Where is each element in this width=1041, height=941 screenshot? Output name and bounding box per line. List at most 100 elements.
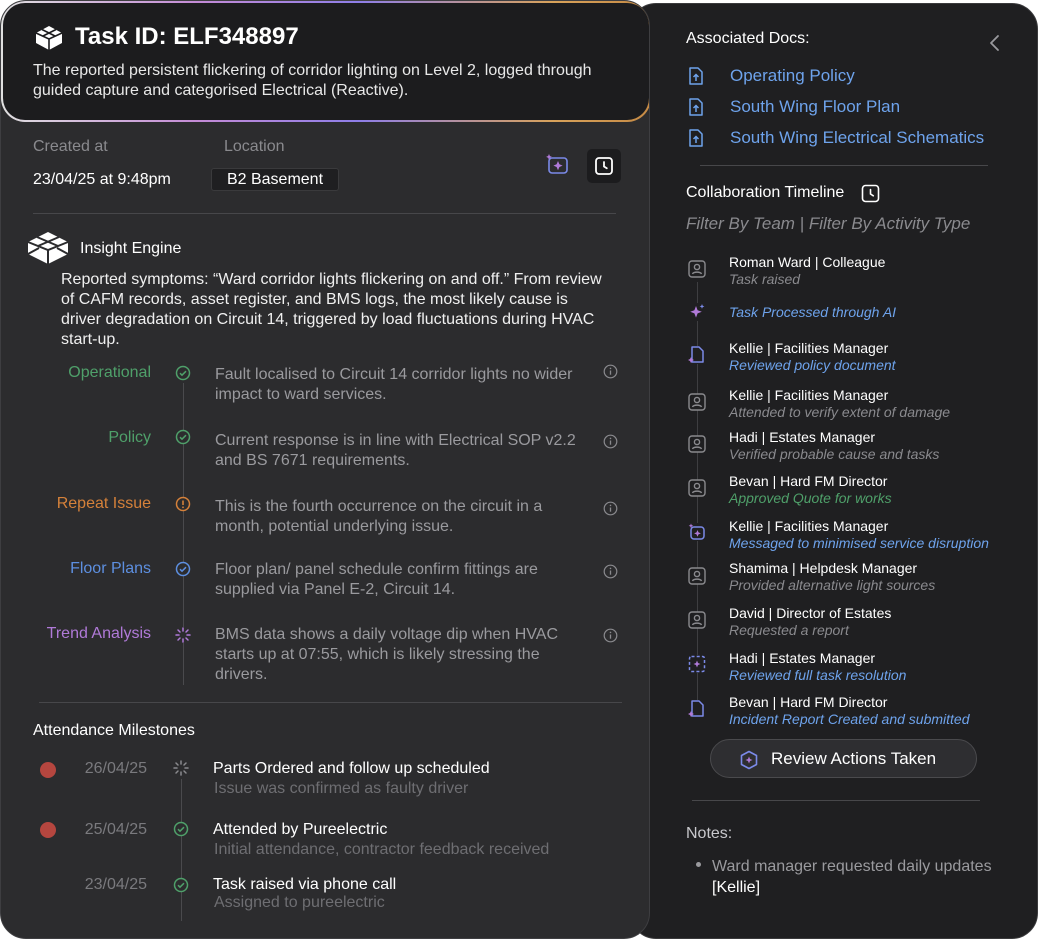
ai-message-icon: [688, 523, 706, 541]
timeline-activity: Incident Report Created and submitted: [729, 711, 970, 727]
check-circle-icon: [173, 821, 189, 837]
cube-ai-icon: [740, 750, 758, 770]
associated-docs-title: Associated Docs:: [686, 30, 810, 47]
user-icon: [688, 260, 706, 278]
insight-label-repeat-issue: Repeat Issue: [56, 495, 151, 512]
section-divider: [33, 213, 616, 214]
timeline-filter-controls[interactable]: Filter By Team | Filter By Activity Type: [686, 214, 970, 234]
insight-summary: Reported symptoms: “Ward corridor lights…: [61, 271, 602, 348]
collaboration-timeline-title: Collaboration Timeline: [686, 184, 845, 201]
timeline-activity: Task raised: [729, 271, 801, 287]
timeline-activity: Requested a report: [729, 622, 849, 638]
timeline-name: Hadi | Estates Manager: [729, 650, 876, 666]
section-divider: [39, 702, 622, 703]
timeline-activity: Task Processed through AI: [729, 304, 897, 320]
insight-engine-title: Insight Engine: [80, 240, 182, 257]
document-icon: [688, 346, 706, 364]
check-circle-icon: [175, 365, 191, 381]
document-upload-icon: [689, 129, 703, 147]
user-icon: [688, 479, 706, 497]
document-icon: [688, 700, 706, 718]
timeline-activity: Reviewed full task resolution: [729, 667, 907, 683]
insight-text-repeat-issue: This is the fourth occurrence on the cir…: [215, 498, 543, 535]
timeline-name: Bevan | Hard FM Director: [729, 473, 888, 489]
info-icon[interactable]: [603, 501, 618, 516]
task-description: The reported persistent flickering of co…: [33, 62, 592, 99]
check-circle-icon: [173, 877, 189, 893]
insight-label-floor-plans: Floor Plans: [70, 560, 151, 577]
milestone-flag-dot: [40, 762, 56, 778]
milestone-title: Task raised via phone call: [213, 876, 397, 893]
insight-text-operational: Fault localised to Circuit 14 corridor l…: [215, 366, 573, 403]
check-circle-icon: [175, 561, 191, 577]
clock-icon[interactable]: [861, 184, 880, 203]
milestone-date: 26/04/25: [84, 760, 147, 777]
insight-text-policy: Current response is in line with Electri…: [215, 432, 576, 469]
review-actions-button[interactable]: Review Actions Taken: [710, 739, 977, 778]
review-actions-label: Review Actions Taken: [771, 749, 937, 768]
check-circle-icon: [175, 429, 191, 445]
ai-assist-icon[interactable]: [544, 151, 572, 179]
loading-spinner-icon: [173, 760, 189, 776]
user-icon: [688, 611, 706, 629]
user-icon: [688, 435, 706, 453]
timeline-name: Kellie | Facilities Manager: [729, 340, 889, 356]
milestone-title: Parts Ordered and follow up scheduled: [213, 760, 490, 777]
alert-circle-icon: [175, 496, 191, 512]
doc-link-operating-policy[interactable]: Operating Policy: [730, 66, 855, 86]
timeline-activity: Provided alternative light sources: [729, 577, 936, 593]
sparkle-icon: [688, 303, 706, 321]
timeline-activity: Attended to verify extent of damage: [729, 404, 951, 420]
milestone-timeline-line: [181, 779, 182, 921]
document-upload-icon: [689, 98, 703, 116]
milestone-subtitle: Assigned to pureelectric: [214, 894, 385, 911]
timeline-name: Roman Ward | Colleague: [729, 254, 886, 270]
document-upload-icon: [689, 67, 703, 85]
doc-link-electrical-schematics[interactable]: South Wing Electrical Schematics: [730, 128, 984, 148]
insight-engine-logo-icon: [27, 232, 69, 264]
timeline-activity: Messaged to minimised service disruption: [729, 535, 989, 551]
note-author-tag: [Kellie]: [712, 879, 761, 896]
location-badge: B2 Basement: [211, 168, 339, 191]
milestone-date: 25/04/25: [84, 821, 147, 838]
note-item: Ward manager requested daily updates [Ke…: [712, 856, 992, 898]
info-icon[interactable]: [603, 564, 618, 579]
note-text: Ward manager requested daily updates: [712, 858, 992, 875]
doc-link-floor-plan[interactable]: South Wing Floor Plan: [730, 97, 900, 117]
location-label: Location: [224, 138, 285, 155]
left-panel: Task ID: ELF348897 The reported persiste…: [0, 0, 650, 939]
task-header-card: Task ID: ELF348897 The reported persiste…: [1, 1, 649, 122]
scan-icon: [688, 655, 706, 673]
section-divider: [700, 165, 988, 166]
milestone-subtitle: Issue was confirmed as faulty driver: [214, 780, 469, 797]
info-icon[interactable]: [603, 628, 618, 643]
loading-spinner-icon: [175, 627, 191, 643]
history-clock-button[interactable]: [587, 149, 621, 183]
clock-icon: [595, 157, 613, 175]
insight-label-trend-analysis: Trend Analysis: [46, 625, 151, 642]
info-icon[interactable]: [603, 434, 618, 449]
insight-text-trend-analysis: BMS data shows a daily voltage dip when …: [215, 626, 558, 683]
milestone-flag-dot: [40, 822, 56, 838]
task-id-title: Task ID: ELF348897: [75, 23, 299, 50]
milestone-date: 23/04/25: [84, 876, 147, 893]
cube-logo-icon: [35, 26, 63, 50]
info-icon[interactable]: [603, 364, 618, 379]
created-value: 23/04/25 at 9:48pm: [33, 171, 171, 188]
milestone-subtitle: Initial attendance, contractor feedback …: [214, 841, 550, 858]
timeline-name: Hadi | Estates Manager: [729, 429, 876, 445]
timeline-name: David | Director of Estates: [729, 605, 892, 621]
chevron-left-icon[interactable]: [986, 33, 1004, 53]
timeline-name: Shamima | Helpdesk Manager: [729, 560, 918, 576]
timeline-name: Kellie | Facilities Manager: [729, 387, 889, 403]
created-label: Created at: [33, 138, 108, 155]
timeline-activity: Reviewed policy document: [729, 357, 896, 373]
insight-text-floor-plans: Floor plan/ panel schedule confirm fitti…: [215, 561, 538, 598]
user-icon: [688, 567, 706, 585]
milestone-title: Attended by Pureelectric: [213, 821, 388, 838]
note-bullet: [696, 862, 701, 867]
notes-title: Notes:: [686, 825, 733, 842]
section-divider: [692, 800, 980, 801]
insight-label-policy: Policy: [108, 429, 151, 446]
timeline-name: Kellie | Facilities Manager: [729, 518, 889, 534]
